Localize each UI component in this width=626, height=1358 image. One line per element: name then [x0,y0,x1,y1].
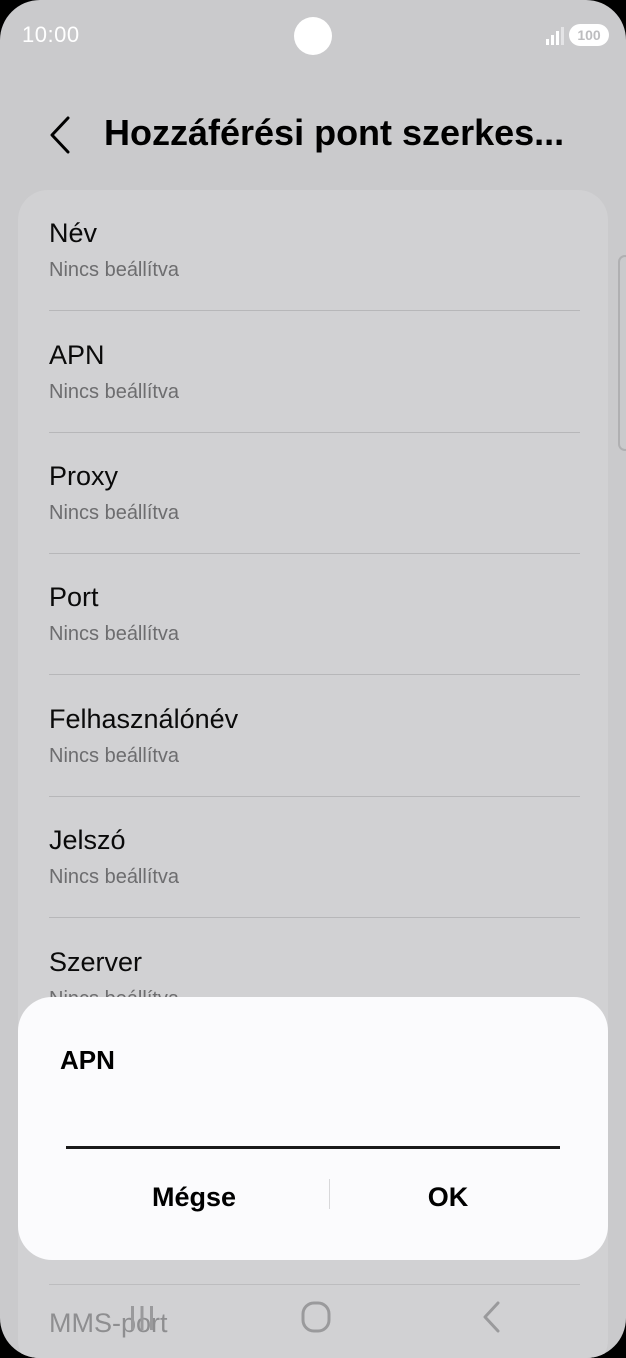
row-divider [49,1284,580,1285]
setting-row-nev[interactable]: Név Nincs beállítva [49,190,580,311]
chevron-left-icon[interactable] [44,114,78,156]
recents-icon[interactable] [126,1302,158,1334]
camera-cutout [294,17,332,55]
setting-row-port[interactable]: Port Nincs beállítva [49,554,580,675]
dialog-title: APN [60,1045,115,1075]
page-title: Hozzáférési pont szerkes... [104,112,565,153]
back-icon[interactable] [478,1300,506,1334]
status-time: 10:00 [22,22,80,47]
home-icon[interactable] [300,1300,332,1334]
setting-title: Proxy [49,461,119,491]
battery-level: 100 [577,27,601,43]
setting-value: Nincs beállítva [49,623,180,645]
setting-title: APN [49,340,105,370]
apn-dialog: APN Mégse OK [18,997,608,1260]
battery-icon: 100 [569,24,609,46]
setting-row-proxy[interactable]: Proxy Nincs beállítva [49,433,580,554]
setting-value: Nincs beállítva [49,502,180,524]
setting-value: Nincs beállítva [49,259,180,281]
apn-input[interactable] [66,1101,560,1149]
setting-row-password[interactable]: Jelszó Nincs beállítva [49,797,580,918]
setting-title: Felhasználónév [49,704,239,734]
setting-row-apn[interactable]: APN Nincs beállítva [49,312,580,433]
ok-button[interactable]: OK [330,1175,566,1219]
scrollbar-handle[interactable] [618,255,626,451]
phone-screen: 10:00 100 Hozzáférési pont szerkes... Né… [0,0,626,1358]
setting-title: Név [49,218,98,248]
status-bar: 10:00 100 [0,0,626,72]
setting-value: Nincs beállítva [49,381,180,403]
setting-title: Jelszó [49,825,126,855]
cancel-button[interactable]: Mégse [78,1175,310,1219]
setting-row-username[interactable]: Felhasználónév Nincs beállítva [49,676,580,797]
setting-value: Nincs beállítva [49,745,180,767]
setting-title: Szerver [49,947,143,977]
setting-title: Port [49,582,99,612]
app-header: Hozzáférési pont szerkes... [0,100,626,170]
setting-value: Nincs beállítva [49,866,180,888]
signal-icon [546,27,564,45]
